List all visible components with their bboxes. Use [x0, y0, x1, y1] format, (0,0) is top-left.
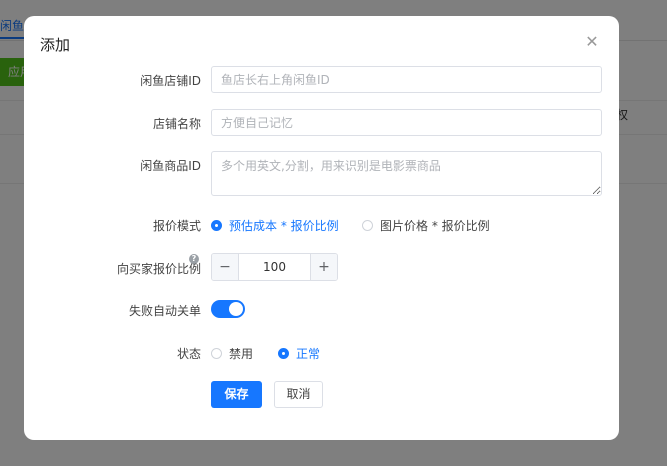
cancel-button[interactable]: 取消 — [274, 381, 323, 408]
radio-label: 禁用 — [229, 347, 254, 361]
radio-label: 图片价格 * 报价比例 — [380, 219, 490, 233]
shop-name-input[interactable] — [211, 109, 602, 136]
plus-icon[interactable]: + — [310, 254, 337, 280]
goods-id-textarea[interactable] — [211, 151, 602, 196]
quote-mode-option-image[interactable]: 图片价格 * 报价比例 — [362, 217, 490, 234]
quote-mode-option-estimate[interactable]: 预估成本 * 报价比例 — [211, 217, 339, 234]
radio-checked-icon — [211, 220, 222, 231]
buyer-ratio-stepper: − 100 + — [211, 253, 338, 281]
add-dialog: 添加 ✕ 闲鱼店铺ID 店铺名称 闲鱼商品ID 报价模式 预估成本 * 报价比例… — [24, 16, 619, 440]
radio-label: 正常 — [296, 347, 321, 361]
shop-id-label: 闲鱼店铺ID — [140, 74, 201, 88]
question-icon[interactable]: ? — [189, 254, 199, 264]
buyer-ratio-value[interactable]: 100 — [239, 254, 310, 280]
auto-close-label: 失败自动关单 — [128, 304, 201, 318]
auto-close-toggle[interactable] — [211, 300, 245, 318]
close-icon[interactable]: ✕ — [584, 34, 600, 50]
buyer-ratio-label: 向买家报价比例 — [116, 262, 201, 276]
radio-unchecked-icon — [211, 348, 222, 359]
dialog-title: 添加 — [40, 36, 71, 54]
radio-checked-icon — [278, 348, 289, 359]
radio-label: 预估成本 * 报价比例 — [229, 219, 339, 233]
shop-id-input[interactable] — [211, 66, 602, 93]
shop-name-label: 店铺名称 — [152, 117, 201, 131]
radio-unchecked-icon — [362, 220, 373, 231]
minus-icon[interactable]: − — [212, 254, 239, 280]
save-button[interactable]: 保存 — [211, 381, 262, 408]
quote-mode-label: 报价模式 — [152, 219, 201, 233]
goods-id-label: 闲鱼商品ID — [140, 159, 201, 173]
status-label: 状态 — [176, 347, 201, 361]
status-option-disabled[interactable]: 禁用 — [211, 345, 253, 362]
toggle-knob — [229, 302, 243, 316]
status-option-normal[interactable]: 正常 — [278, 345, 320, 362]
